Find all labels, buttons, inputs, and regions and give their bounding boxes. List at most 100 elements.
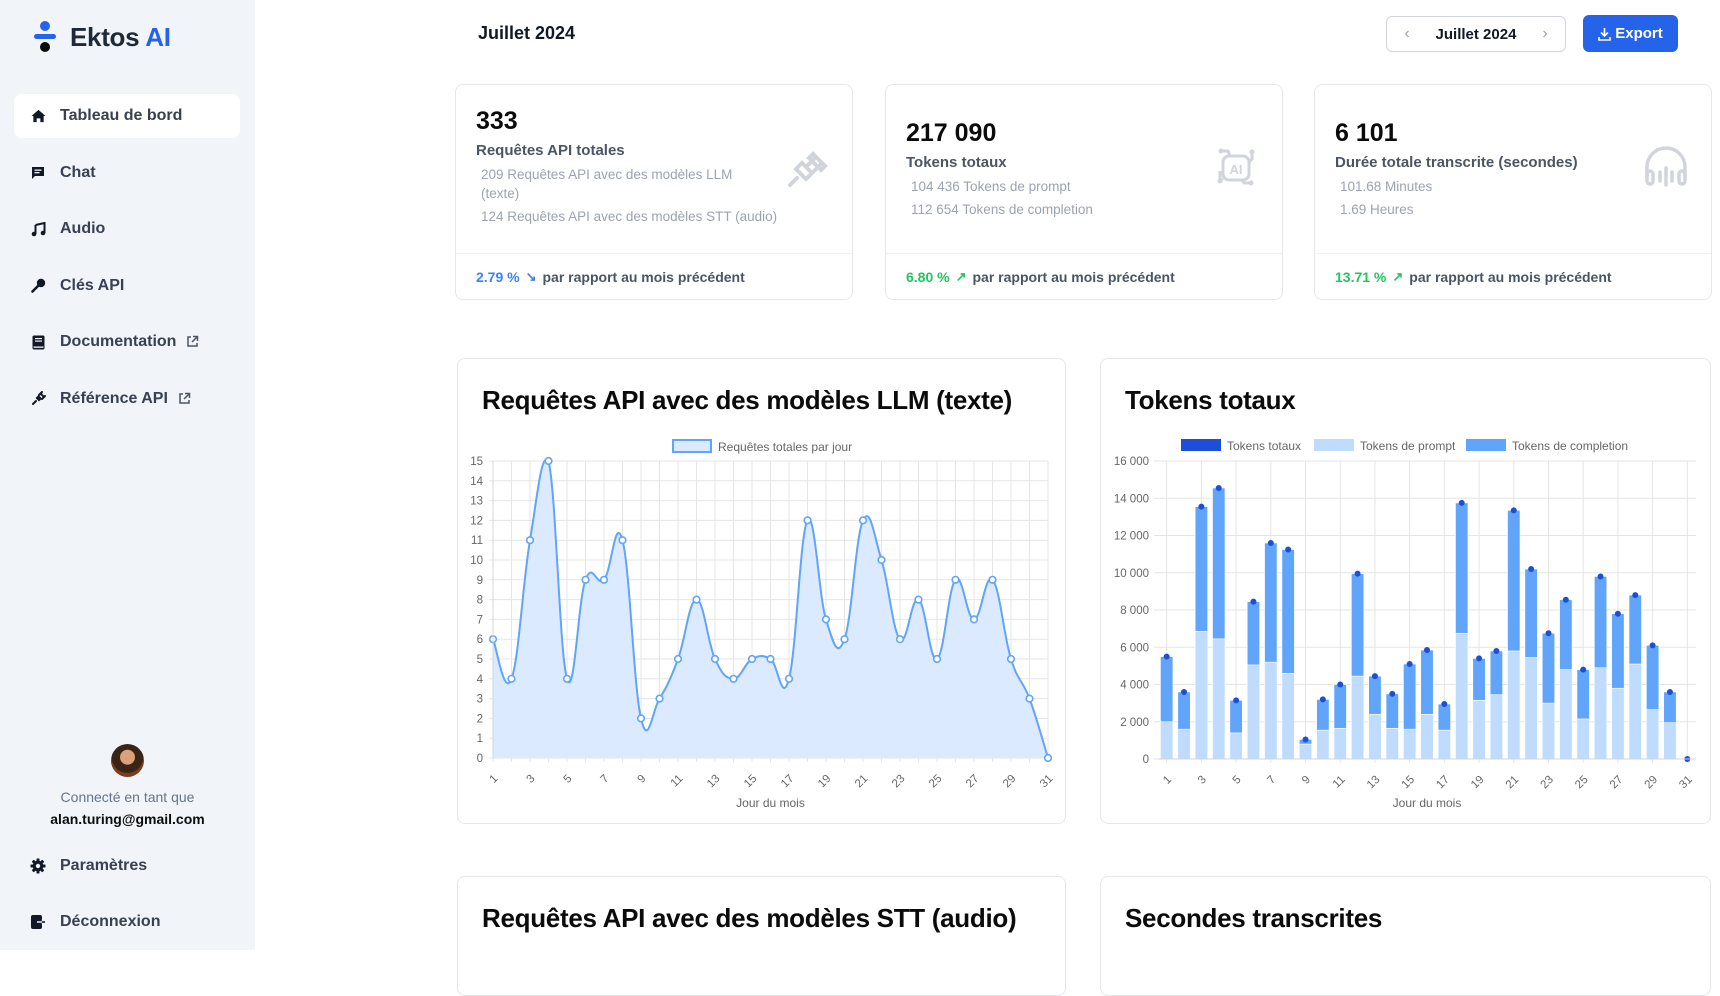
bar-prompt (1541, 702, 1556, 760)
bar-prompt (1160, 721, 1174, 760)
sidebar-item-api-reference[interactable]: Référence API (14, 377, 240, 421)
total-point (1580, 666, 1587, 673)
export-button[interactable]: Export (1583, 15, 1678, 52)
total-point (1424, 647, 1430, 654)
kpi-compare-text: par rapport au mois précédent (972, 268, 1175, 285)
chart-title: Secondes transcrites (1125, 903, 1383, 933)
home-icon (30, 108, 46, 124)
kpi-label: Durée totale transcrite (secondes) (1335, 154, 1578, 171)
bar-prompt (1264, 661, 1278, 760)
data-point (895, 635, 905, 644)
sidebar-item-label: Référence API (60, 389, 168, 407)
sidebar-item-audio[interactable]: Audio (14, 207, 240, 251)
kpi-sub: 112 654 Tokens de completion (911, 202, 1093, 217)
sidebar-item-chat[interactable]: Chat (14, 151, 240, 195)
x-tick-label: 9 (1300, 774, 1313, 787)
legend-swatch (1466, 439, 1506, 451)
kpi-change-percent: 13.71 % (1335, 268, 1387, 285)
y-tick-label: 2 (477, 713, 483, 725)
bar-completion (1541, 632, 1556, 704)
total-point (1181, 688, 1188, 695)
sidebar-item-settings[interactable]: Paramètres (14, 844, 240, 888)
bar-completion (1194, 506, 1208, 632)
external-link-icon (178, 392, 192, 406)
gear-icon (30, 858, 46, 874)
kpi-card-tokens: 217 090 Tokens totaux 104 436 Tokens de … (885, 84, 1283, 300)
x-tick-label: 29 (1643, 774, 1661, 792)
avatar[interactable] (111, 744, 144, 777)
total-point (1389, 690, 1396, 697)
llm-requests-chart: Requêtes totales par jour012345678910111… (470, 439, 1056, 810)
sidebar-item-label: Audio (60, 220, 106, 237)
bar-completion (1437, 703, 1451, 731)
bar-completion (1212, 487, 1226, 640)
tokens-chart: Tokens totaux Tokens de prompt Tokens de c… (1114, 439, 1696, 810)
kpi-card-api-requests: 333 Requêtes API totales 209 Requêtes AP… (455, 84, 853, 300)
bar-prompt (1298, 743, 1313, 760)
svg-text:AI: AI (1230, 162, 1243, 177)
x-tick-label: 21 (1504, 774, 1522, 792)
kpi-change-percent: 2.79 % (476, 268, 520, 285)
x-tick-label: 11 (1331, 774, 1348, 791)
sidebar-item-documentation[interactable]: Documentation (14, 320, 240, 364)
data-point (747, 654, 757, 664)
bar-completion (1246, 601, 1260, 666)
sidebar-bottom-nav: Paramètres Déconnexion (14, 844, 240, 956)
data-point (692, 595, 701, 604)
bar-prompt (1455, 632, 1469, 760)
total-point (1302, 736, 1309, 743)
y-tick-label: 14 (470, 476, 483, 488)
trend-down-icon: ↘ (525, 268, 537, 284)
kpi-value: 217 090 (906, 119, 997, 147)
bar-prompt (1212, 638, 1226, 760)
sidebar-item-label: Clés API (60, 276, 125, 294)
chart-card-llm-requests: Requêtes API avec des modèles LLM (texte… (457, 358, 1066, 824)
main-content: Juillet 2024 ‹ Juillet 2024 › Export 333… (255, 0, 1720, 996)
x-tick-label: 9 (636, 773, 649, 786)
logo[interactable]: Ektos AI (34, 20, 171, 54)
data-point (710, 654, 720, 664)
total-point (1250, 598, 1257, 605)
kpi-sub: 104 436 Tokens de prompt (911, 179, 1071, 194)
bar-prompt (1437, 729, 1451, 760)
total-point (1354, 570, 1361, 577)
plug-icon (30, 391, 46, 407)
bar-completion (1420, 649, 1434, 715)
kpi-compare-text: par rapport au mois précédent (1409, 268, 1612, 285)
y-tick-label: 8 (477, 595, 483, 607)
bar-completion (1594, 576, 1608, 669)
x-tick-label: 3 (1196, 774, 1209, 787)
bar-prompt (1576, 718, 1590, 760)
kpi-sub: 101.68 Minutes (1340, 179, 1433, 194)
total-point (1319, 696, 1326, 703)
next-month-button[interactable]: › (1537, 25, 1553, 43)
chart-card-transcribed-seconds: Secondes transcrites (1100, 876, 1711, 996)
total-point (1666, 688, 1673, 695)
user-info: Connecté en tant que alan.turing@gmail.c… (0, 744, 255, 827)
sidebar-item-logout[interactable]: Déconnexion (14, 900, 240, 944)
y-tick-label: 13 (470, 496, 483, 508)
bar-completion (1646, 645, 1660, 710)
selected-month[interactable]: Juillet 2024 (1436, 26, 1517, 43)
bar-completion (1333, 684, 1347, 729)
bar-completion (1160, 656, 1174, 723)
bar-completion (1403, 663, 1417, 730)
data-point (858, 516, 868, 525)
legend-swatch (1314, 439, 1354, 451)
previous-month-button[interactable]: ‹ (1399, 25, 1415, 43)
bar-completion (1559, 599, 1573, 670)
external-link-icon (186, 335, 200, 349)
plug-icon (784, 145, 830, 191)
sidebar-item-dashboard[interactable]: Tableau de bord (14, 94, 240, 138)
bar-completion (1455, 502, 1469, 634)
data-point (729, 674, 738, 683)
data-point (803, 516, 812, 525)
bar-completion (1351, 573, 1365, 677)
y-tick-label: 7 (477, 614, 483, 626)
y-tick-label: 5 (477, 654, 483, 666)
bar-prompt (1281, 673, 1295, 760)
book-icon (30, 334, 46, 350)
bar-completion (1472, 658, 1486, 701)
legend-label: Tokens de prompt (1360, 439, 1456, 453)
sidebar-item-api-keys[interactable]: Clés API (14, 264, 240, 308)
